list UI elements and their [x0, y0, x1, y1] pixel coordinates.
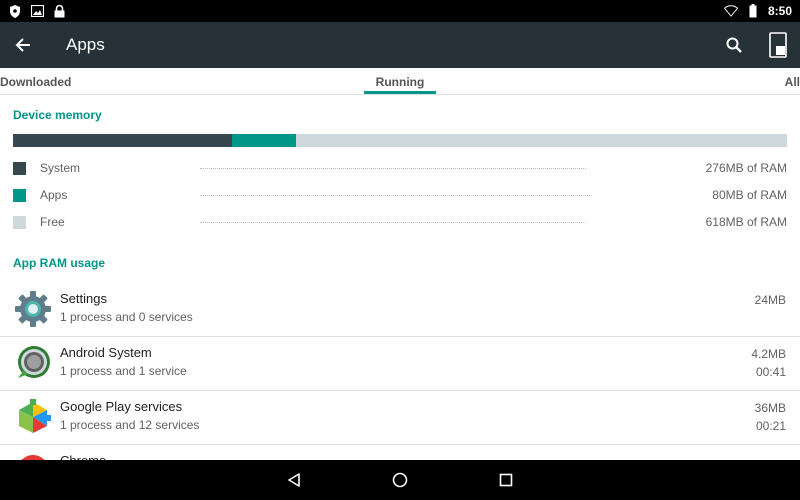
dotted-leader	[200, 167, 586, 169]
app-list-item-google-play-services[interactable]: Google Play services 1 process and 12 se…	[0, 391, 800, 445]
memory-segment-apps	[232, 134, 296, 147]
image-icon	[30, 4, 44, 18]
memory-usage-bar	[13, 134, 787, 147]
legend-swatch-apps	[13, 188, 26, 202]
app-list-item-settings[interactable]: Settings 1 process and 0 services 24MB	[0, 283, 800, 337]
legend-swatch-free	[13, 215, 26, 229]
app-memory-size: 4.2MB	[751, 347, 786, 361]
device-button[interactable]	[756, 22, 800, 68]
app-run-time: 00:41	[755, 365, 786, 379]
nav-home-button[interactable]	[376, 460, 424, 500]
app-process-info: 1 process and 0 services	[60, 310, 193, 324]
legend-label: System	[40, 161, 81, 175]
dotted-leader	[200, 194, 593, 196]
app-process-info: 1 process and 12 services	[60, 418, 200, 432]
legend-swatch-system	[13, 161, 26, 175]
app-ram-header: App RAM usage	[13, 256, 106, 270]
search-icon	[726, 37, 742, 53]
tab-downloaded[interactable]: Downloaded	[0, 68, 71, 95]
back-button[interactable]	[0, 22, 46, 68]
search-button[interactable]	[712, 22, 756, 68]
android-system-icon	[14, 344, 52, 382]
nav-back-button[interactable]	[270, 460, 318, 500]
recents-square-icon	[499, 473, 513, 487]
memory-segment-system	[13, 134, 233, 147]
lock-icon	[52, 4, 66, 18]
tab-all[interactable]: All	[785, 68, 800, 95]
device-memory-header: Device memory	[13, 108, 102, 122]
legend-value: 618MB of RAM	[705, 215, 787, 229]
app-bar: Apps	[0, 22, 800, 68]
app-name: Settings	[60, 291, 107, 306]
battery-icon	[746, 4, 760, 18]
home-circle-icon	[392, 472, 408, 488]
app-list-item-android-system[interactable]: Android System 1 process and 1 service 4…	[0, 337, 800, 391]
navigation-bar	[0, 460, 800, 500]
google-play-services-icon	[14, 398, 52, 436]
clock: 8:50	[767, 4, 792, 18]
legend-row-apps: Apps 80MB of RAM	[13, 185, 787, 205]
app-memory-size: 24MB	[754, 293, 786, 307]
wifi-icon	[723, 4, 738, 18]
tab-indicator	[364, 91, 436, 94]
legend-label: Free	[40, 215, 65, 229]
app-process-info: 1 process and 1 service	[60, 364, 187, 378]
legend-value: 276MB of RAM	[705, 161, 787, 175]
settings-gear-icon	[14, 290, 52, 328]
shield-icon	[8, 4, 22, 18]
app-run-time: 00:21	[755, 419, 786, 433]
back-triangle-icon	[288, 473, 300, 487]
legend-row-free: Free 618MB of RAM	[13, 212, 787, 232]
page-title: Apps	[66, 35, 105, 54]
nav-recents-button[interactable]	[482, 460, 530, 500]
legend-value: 80MB of RAM	[712, 188, 787, 202]
dotted-leader	[200, 221, 586, 223]
app-name: Google Play services	[60, 399, 183, 414]
app-name: Android System	[60, 345, 152, 360]
screen: 8:50 Apps Downloaded Running All Device …	[0, 0, 800, 500]
app-memory-size: 36MB	[754, 401, 786, 415]
tab-bar: Downloaded Running All	[0, 68, 800, 95]
status-bar: 8:50	[0, 0, 800, 22]
legend-row-system: System 276MB of RAM	[13, 158, 787, 178]
legend-label: Apps	[40, 188, 68, 202]
arrow-back-icon	[15, 38, 30, 52]
device-icon	[769, 32, 787, 58]
